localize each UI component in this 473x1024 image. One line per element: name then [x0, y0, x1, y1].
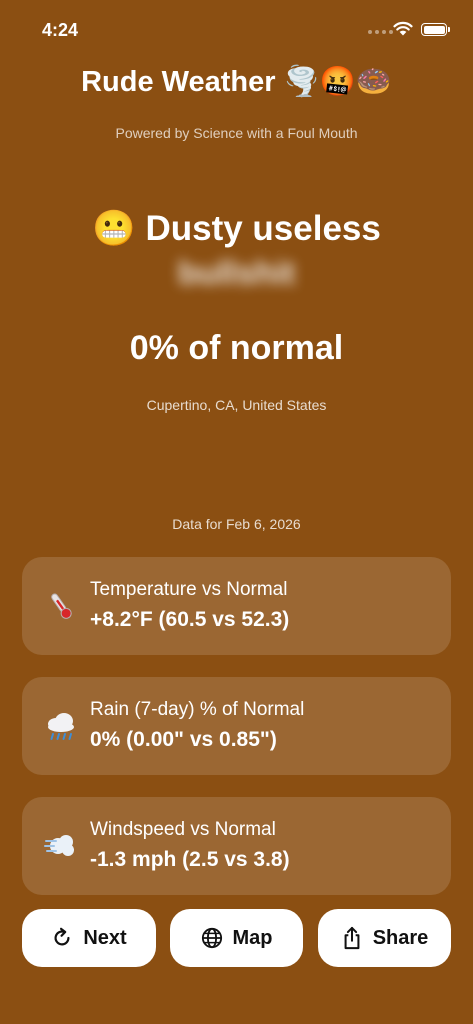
- map-button-label: Map: [232, 926, 273, 949]
- app-title-emojis: 🌪️🤬🍩: [283, 66, 392, 98]
- globe-icon: [201, 927, 222, 949]
- share-button[interactable]: Share: [318, 909, 451, 967]
- app-title-text: Rude Weather: [81, 66, 276, 98]
- thermometer-icon: [51, 593, 72, 619]
- next-button-label: Next: [83, 926, 127, 949]
- wind-icon: [44, 835, 74, 856]
- temperature-value: +8.2°F (60.5 vs 52.3): [90, 608, 290, 631]
- rain-label: Rain (7-day) % of Normal: [90, 699, 305, 720]
- data-date-label: Data for Feb 6, 2026: [172, 516, 301, 532]
- wind-value: -1.3 mph (2.5 vs 3.8): [90, 848, 290, 871]
- wifi-icon: [393, 21, 413, 36]
- status-time: 4:24: [42, 20, 79, 40]
- map-button[interactable]: Map: [170, 909, 303, 967]
- headline-text: Dusty useless: [145, 209, 381, 248]
- rain-card: Rain (7-day) % of Normal 0% (0.00" vs 0.…: [22, 677, 451, 775]
- grimace-face-icon: 😬: [92, 209, 136, 248]
- refresh-icon: [54, 927, 70, 946]
- temperature-card: Temperature vs Normal +8.2°F (60.5 vs 52…: [22, 557, 451, 655]
- wind-label: Windspeed vs Normal: [90, 819, 276, 840]
- censored-word: bullshit: [177, 254, 296, 291]
- rain-cloud-icon: [48, 713, 74, 740]
- temperature-label: Temperature vs Normal: [90, 579, 288, 600]
- wind-card: Windspeed vs Normal -1.3 mph (2.5 vs 3.8…: [22, 797, 451, 895]
- signal-dots-icon: [368, 30, 393, 34]
- battery-icon: [421, 23, 450, 36]
- next-button[interactable]: Next: [22, 909, 156, 967]
- location-label: Cupertino, CA, United States: [146, 397, 327, 413]
- percent-of-normal: 0% of normal: [129, 329, 344, 367]
- condition-headline: 😬 Dusty useless: [0, 206, 473, 252]
- share-button-label: Share: [372, 926, 429, 949]
- app-subtitle: Powered by Science with a Foul Mouth: [115, 125, 358, 141]
- status-bar: 4:24: [0, 0, 473, 60]
- share-icon: [344, 926, 360, 950]
- app-title: Rude Weather 🌪️🤬🍩: [0, 60, 473, 104]
- rain-value: 0% (0.00" vs 0.85"): [90, 728, 277, 751]
